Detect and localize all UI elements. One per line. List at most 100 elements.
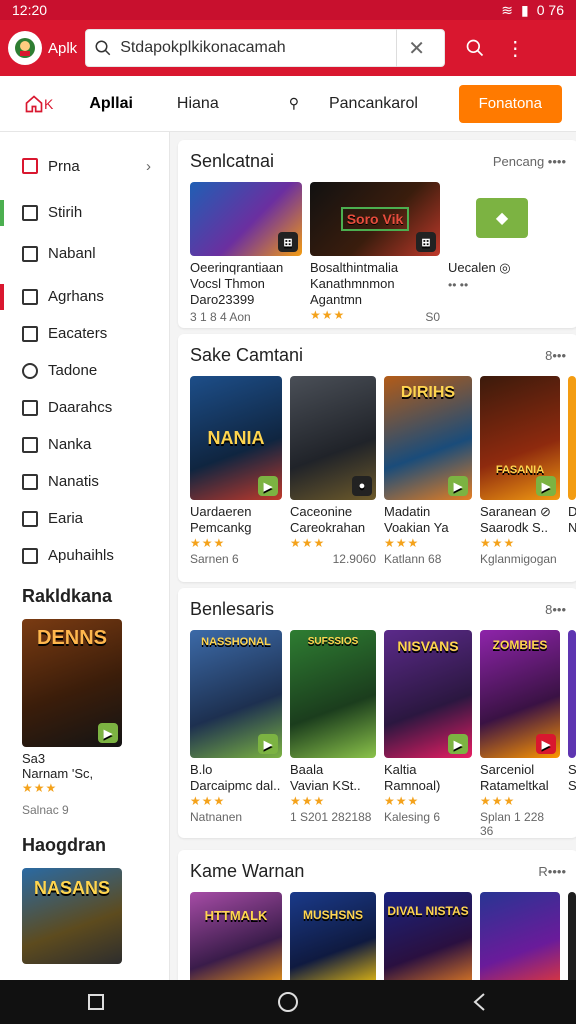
game-card-partial[interactable]: D N	[568, 376, 576, 566]
sidebar-item-earia[interactable]: Earia	[0, 500, 169, 537]
game-card[interactable]	[480, 892, 560, 980]
game-meta: Splan 1 228 36	[480, 810, 545, 838]
game-card[interactable]: MUSHSNS	[290, 892, 376, 980]
section-title: Sake Camtani	[190, 344, 304, 365]
sidebar: Prna › Stirih Nabanl Agrhans Eacaters Ta…	[0, 132, 170, 980]
game-card[interactable]: ZOMBIES ▶ Sarceniol Ratameltkal ★★★ Spla…	[480, 630, 560, 838]
section-header: Kame Warnan R••••	[178, 850, 576, 892]
rating-stars: ★★★	[190, 536, 226, 550]
system-nav-bar	[0, 980, 576, 1024]
sidebar-item-agrhans[interactable]: Agrhans	[0, 278, 169, 315]
sidebar-item-stirih[interactable]: Stirih	[0, 194, 169, 231]
sidebar-item-nanatis[interactable]: Nanatis	[0, 463, 169, 500]
game-art-title: NISVANS	[397, 638, 459, 654]
game-card[interactable]: NISVANS ▶ Kaltia Ramnoal) ★★★ Kalesing 6	[384, 630, 472, 838]
sidebar-game-card[interactable]: DENNS ▶ Sa3 Narnam 'Sc, ★★★ Salnac 9	[22, 619, 147, 817]
square-icon	[22, 204, 38, 221]
game-card[interactable]: ⊞ Oeerinqrantiaan Vocsl Thmon Daro23399 …	[190, 182, 302, 324]
game-card[interactable]: DIRIHS ▶ Madatin Voakian Ya ★★★ Katlann …	[384, 376, 472, 566]
rating-stars: ★★★	[290, 794, 326, 808]
install-badge-icon: ▶	[448, 476, 468, 496]
game-title: Uardaeren	[190, 504, 252, 519]
tab-search[interactable]: ⚲	[229, 76, 309, 132]
sidebar-item-apuhaihls[interactable]: Apuhaihls	[0, 537, 169, 574]
clear-search-button[interactable]: ✕	[396, 29, 436, 67]
game-card-partial[interactable]: S S	[568, 630, 576, 838]
signal-icon: ▮	[521, 1, 529, 18]
sidebar-item-label: Eacaters	[48, 325, 108, 342]
install-badge-icon: ▶	[98, 723, 118, 743]
game-art: DIVAL NISTAS	[384, 892, 472, 980]
badge-icon: ⊞	[278, 232, 298, 252]
recents-button[interactable]	[76, 982, 116, 1022]
section-more-link[interactable]: Pencang ••••	[493, 154, 566, 169]
game-art-title: ZOMBIES	[492, 638, 548, 652]
tab-home-label: K	[44, 95, 54, 112]
game-card[interactable]: DIVAL NISTAS	[384, 892, 472, 980]
game-card[interactable]: ◆ Uecalen ◎ •• ••	[448, 182, 558, 324]
tab-hiana[interactable]: Hiana	[143, 76, 229, 132]
search-icon	[95, 40, 111, 56]
search-bar[interactable]: Stdapokplkikonacamah ✕	[85, 29, 446, 67]
section-benlesaris: Benlesaris 8••• NASSHONAL ▶ B.lo Darcaip…	[178, 588, 576, 838]
sidebar-item-prna[interactable]: Prna ›	[0, 146, 169, 186]
cta-button[interactable]: Fonatona	[458, 84, 562, 123]
card-row: NANIA ▶ Uardaeren Pemcankg ★★★ Sarnen 6 …	[178, 376, 576, 566]
game-card-partial[interactable]	[568, 892, 576, 980]
game-card[interactable]: NASSHONAL ▶ B.lo Darcaipmc dal.. ★★★ Nat…	[190, 630, 282, 838]
sidebar-item-eacaters[interactable]: Eacaters	[0, 315, 169, 352]
tab-pancankarol[interactable]: Pancankarol	[309, 76, 428, 132]
sidebar-item-tadone[interactable]: Tadone	[0, 352, 169, 389]
game-subtitle: Ramnoal)	[384, 778, 441, 793]
app-logo[interactable]	[8, 31, 42, 65]
game-title: Uecalen ◎	[448, 260, 511, 275]
search-icon: ⚲	[288, 95, 299, 111]
game-card[interactable]: ● Caceonine Careokrahan ★★★ 12.9060	[290, 376, 376, 566]
game-card[interactable]: NANIA ▶ Uardaeren Pemcankg ★★★ Sarnen 6	[190, 376, 282, 566]
rating-stars: ★★★	[384, 536, 420, 550]
sidebar-item-label: Earia	[48, 510, 84, 527]
game-art-title: HTTMALK	[204, 908, 268, 923]
sidebar-game-card[interactable]: NASANS	[22, 868, 147, 964]
game-card[interactable]: FASANIA ▶ Saranean ⊘ Saarodk S.. ★★★ Kgl…	[480, 376, 560, 566]
status-time: 12:20	[12, 2, 48, 18]
sidebar-item-label: Tadone	[48, 362, 98, 379]
section-header: Benlesaris 8•••	[178, 588, 576, 630]
game-art: NASANS	[22, 868, 122, 964]
section-more-link[interactable]: R••••	[538, 864, 566, 879]
crossed-box-icon	[22, 325, 38, 342]
game-art-title: NASSHONAL	[201, 636, 271, 648]
chat-icon	[22, 362, 38, 379]
back-button[interactable]	[460, 982, 500, 1022]
section-more-link[interactable]: 8•••	[545, 602, 566, 617]
rating-stars: ★★★	[310, 308, 346, 322]
section-more-link[interactable]: 8•••	[545, 348, 566, 363]
search-button[interactable]	[455, 28, 495, 68]
game-card[interactable]: HTTMALK	[190, 892, 282, 980]
more-menu-button[interactable]: ⋮	[495, 28, 535, 68]
game-title: Sarceniol	[480, 762, 535, 777]
sidebar-section-haogdran: Haogdran NASANS	[0, 827, 169, 974]
game-art	[568, 892, 576, 980]
card-row: NASSHONAL ▶ B.lo Darcaipmc dal.. ★★★ Nat…	[178, 630, 576, 838]
game-title: Oeerinqrantiaan	[190, 260, 284, 275]
game-title: Kaltia	[384, 762, 417, 777]
game-card[interactable]: SUFSSIOS Baala Vavian KSt.. ★★★ 1 S201 2…	[290, 630, 376, 838]
game-title: Caceonine	[290, 504, 353, 519]
game-art: ⊞	[190, 182, 302, 256]
sidebar-item-nabanl[interactable]: Nabanl	[0, 235, 169, 272]
rating-stars: ★★★	[190, 794, 226, 808]
game-art: MUSHSNS	[290, 892, 376, 980]
sidebar-item-nanka[interactable]: Nanka	[0, 426, 169, 463]
sidebar-item-label: Prna	[48, 157, 80, 175]
home-button[interactable]	[268, 982, 308, 1022]
game-art: ZOMBIES ▶	[480, 630, 560, 758]
sidebar-item-daarahcs[interactable]: Daarahcs	[0, 389, 169, 426]
tab-home[interactable]: K	[0, 76, 63, 132]
search-input[interactable]: Stdapokplkikonacamah	[120, 39, 390, 57]
section-sake-camtani: Sake Camtani 8••• NANIA ▶ Uardaeren Pemc…	[178, 334, 576, 582]
tab-apps[interactable]: Apllai	[63, 76, 143, 132]
game-art: DENNS ▶	[22, 619, 122, 747]
install-badge-icon: ▶	[536, 734, 556, 754]
game-card[interactable]: Soro Vik ⊞ Bosalthintmalia Kanathmnmon A…	[310, 182, 440, 324]
